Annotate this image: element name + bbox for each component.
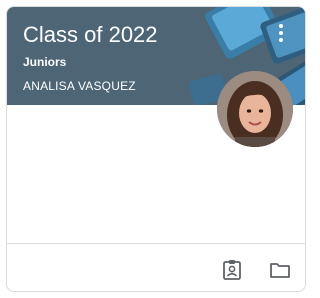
class-section: Juniors [23,55,67,69]
teacher-name: ANALISA VASQUEZ [23,79,136,93]
class-title[interactable]: Class of 2022 [23,21,158,49]
assignment-ind-icon [223,260,241,280]
open-folder-button[interactable] [265,255,295,285]
your-work-button[interactable] [217,255,247,285]
more-options-icon[interactable] [269,19,293,47]
card-divider [7,243,305,244]
folder-icon [270,263,290,278]
teacher-avatar [217,71,293,147]
class-card[interactable]: Class of 2022 Juniors ANALISA VASQUEZ [6,6,306,292]
